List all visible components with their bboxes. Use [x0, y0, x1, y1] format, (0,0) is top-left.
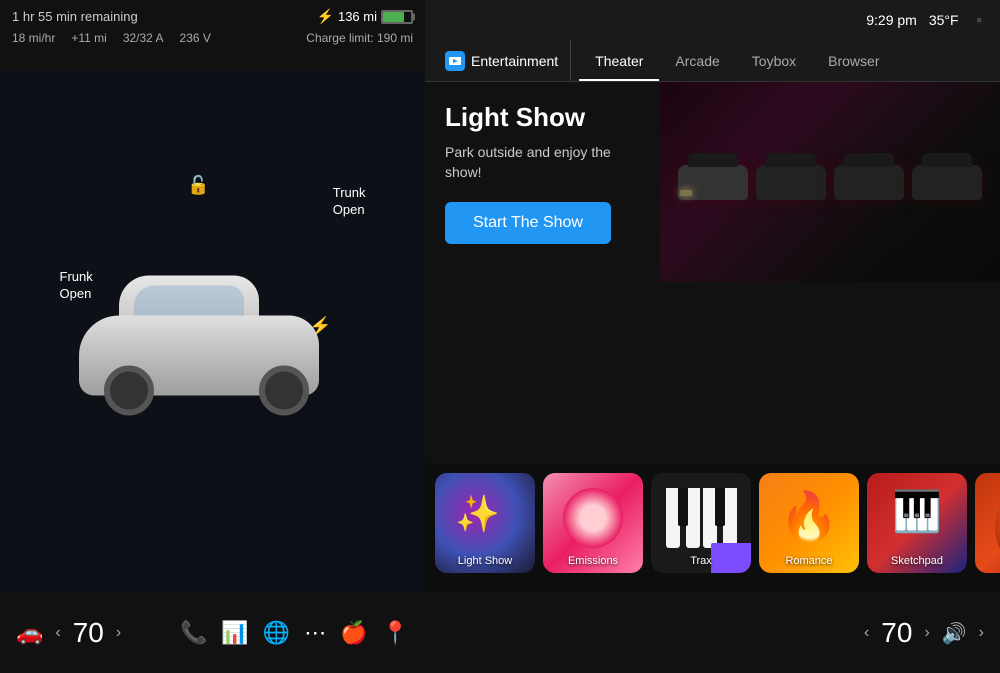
- app-tile-romance[interactable]: Romance: [759, 473, 859, 573]
- piano-key: [678, 488, 688, 526]
- car-wheel-left: [104, 365, 154, 415]
- music-icon[interactable]: 📊: [221, 620, 248, 646]
- nav-tabs: Theater Arcade Toybox Browser: [571, 40, 895, 81]
- app-tile-romance-label: Romance: [785, 555, 832, 567]
- taskbar-icons: 📞 📊 🌐 ⋯ 🍎 📍: [180, 620, 409, 646]
- car-icon[interactable]: 🚗: [16, 620, 43, 646]
- volume-icon[interactable]: 🔊: [942, 621, 967, 646]
- speed-left: 70: [73, 617, 104, 649]
- entertainment-icon: [445, 51, 465, 71]
- app-tile-emissions-label: Emissions: [568, 555, 618, 567]
- start-show-button[interactable]: Start The Show: [445, 202, 611, 244]
- phone-icon[interactable]: 📞: [180, 620, 207, 646]
- car-silhouette-3: [834, 165, 904, 200]
- entertainment-label: Entertainment: [471, 53, 558, 69]
- status-bar-left: 1 hr 55 min remaining ⚡ 136 mi 18 mi/hr …: [0, 0, 425, 70]
- app-tile-sketchpad-label: Sketchpad: [891, 555, 943, 567]
- car-wheel-right: [259, 365, 309, 415]
- camera-icon[interactable]: 🌐: [263, 620, 290, 646]
- nav-bar: Entertainment Theater Arcade Toybox Brow…: [425, 40, 1000, 82]
- speed-stat: 18 mi/hr: [12, 31, 55, 45]
- app-tile-sketchpad[interactable]: Sketchpad: [867, 473, 967, 573]
- car-preview-image: [660, 82, 1000, 282]
- current-time: 9:29 pm: [866, 12, 917, 28]
- tab-theater[interactable]: Theater: [579, 40, 659, 81]
- taskbar-left: 🚗 ‹ 70 › 📞 📊 🌐 ⋯ 🍎 📍: [0, 593, 425, 673]
- amps-stat: 32/32 A: [123, 31, 164, 45]
- piano-key: [686, 488, 700, 548]
- car-image: [59, 255, 339, 425]
- piano-key: [723, 488, 737, 548]
- tab-browser[interactable]: Browser: [812, 40, 895, 81]
- tab-arcade[interactable]: Arcade: [659, 40, 735, 81]
- current-temp: 35°F: [929, 12, 959, 28]
- app-tile-emissions[interactable]: Emissions: [543, 473, 643, 573]
- trax-accent: [711, 543, 751, 573]
- car-panel: Frunk Open Trunk Open 🔓 ⚡: [0, 70, 425, 593]
- time-remaining: 1 hr 55 min remaining: [12, 9, 138, 24]
- app-tile-mars[interactable]: Mars: [975, 473, 1000, 573]
- car-silhouette-4: [912, 165, 982, 200]
- piano-key: [715, 488, 725, 526]
- speed-right: 70: [881, 617, 912, 649]
- apps-icon[interactable]: 🍎: [340, 620, 367, 646]
- car-silhouette-2: [756, 165, 826, 200]
- charging-icon: ⚡: [317, 8, 334, 25]
- speed-right-nav-left[interactable]: ‹: [864, 624, 869, 642]
- speed-right-nav-right[interactable]: ›: [924, 624, 929, 642]
- battery-miles: 136 mi: [338, 9, 377, 24]
- voltage-stat: 236 V: [180, 31, 211, 45]
- battery-section: ⚡ 136 mi: [317, 8, 413, 25]
- volume-nav[interactable]: ›: [979, 624, 984, 642]
- lightshow-description: Park outside and enjoy the show!: [445, 143, 635, 182]
- trunk-label: Trunk Open: [333, 185, 366, 219]
- car-silhouette-1: [678, 165, 748, 200]
- map-icon[interactable]: 📍: [382, 620, 409, 646]
- car-container: Frunk Open Trunk Open 🔓 ⚡: [0, 70, 425, 593]
- battery-fill: [383, 12, 404, 22]
- battery-icon: ▪️: [971, 12, 988, 29]
- right-panel: Light Show Park outside and enjoy the sh…: [425, 82, 1000, 593]
- app-tile-lightshow-label: Light Show: [458, 555, 512, 567]
- status-bar-right: 9:29 pm 35°F ▪️: [425, 0, 1000, 40]
- app-tiles-row: Light Show Emissions Trax Romance Sketch…: [425, 463, 1000, 593]
- battery-bar: [381, 10, 413, 24]
- lightshow-section: Light Show Park outside and enjoy the sh…: [425, 82, 655, 264]
- app-tile-trax[interactable]: Trax: [651, 473, 751, 573]
- charge-limit: Charge limit: 190 mi: [306, 31, 413, 45]
- lock-icon: 🔓: [187, 175, 209, 196]
- tab-toybox[interactable]: Toybox: [736, 40, 812, 81]
- app-tile-lightshow[interactable]: Light Show: [435, 473, 535, 573]
- entertainment-section: Entertainment: [433, 40, 571, 81]
- app-tile-trax-label: Trax: [690, 555, 712, 567]
- speed-nav-left[interactable]: ‹: [55, 624, 60, 642]
- lightshow-title: Light Show: [445, 102, 635, 133]
- taskbar-right: ‹ 70 › 🔊 ›: [425, 593, 1000, 673]
- dots-icon[interactable]: ⋯: [304, 620, 326, 646]
- range-gained: +11 mi: [71, 31, 106, 45]
- speed-nav-right[interactable]: ›: [116, 624, 121, 642]
